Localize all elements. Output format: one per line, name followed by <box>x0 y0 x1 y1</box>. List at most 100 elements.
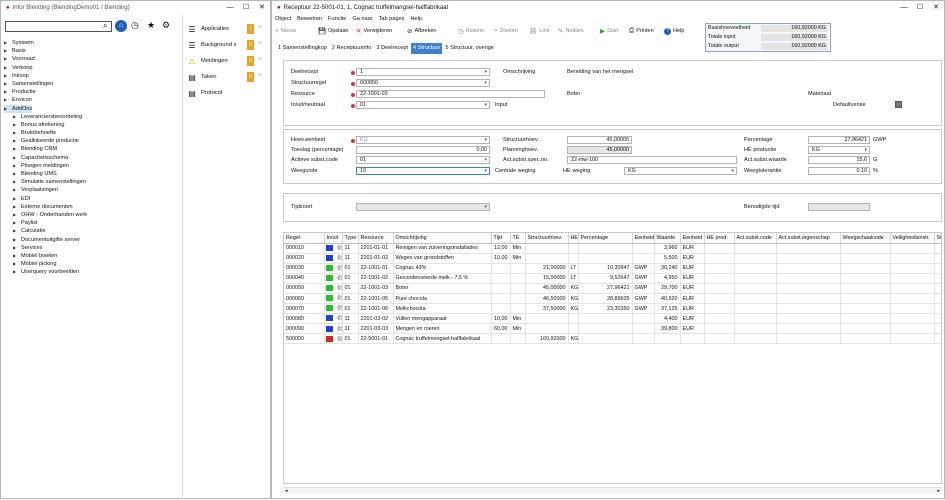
settings-icon[interactable]: ⚙ <box>162 20 170 31</box>
expand-arrow-icon[interactable]: ▶ <box>4 80 12 88</box>
menu-item[interactable]: Functie <box>328 16 346 22</box>
panel-item[interactable]: ⚠ Meldingen 0 › <box>187 53 267 69</box>
toolbar-button[interactable]: ⎙ Printen <box>629 26 654 36</box>
tree-item[interactable]: ▶ Documentuitgifte server <box>4 236 179 244</box>
tab[interactable]: 1 Samenstellingkop <box>276 43 329 54</box>
tree-item[interactable]: ▶ Systeem <box>4 39 179 47</box>
expand-arrow-icon[interactable]: ▶ <box>13 260 21 268</box>
column-header[interactable]: Eenheid <box>632 233 655 244</box>
expand-arrow-icon[interactable]: ▶ <box>13 113 21 121</box>
expand-arrow-icon[interactable]: ▶ <box>4 39 12 47</box>
chevron-right-icon[interactable]: › <box>259 72 261 78</box>
menu-item[interactable]: Object <box>275 16 291 22</box>
tree-item[interactable]: ▶ Blending CRM <box>4 145 179 153</box>
panel-item[interactable]: ☰ Background s 0 › <box>187 37 267 53</box>
column-header[interactable]: Percentage <box>578 233 633 244</box>
expand-arrow-icon[interactable]: ▶ <box>13 227 21 235</box>
expand-arrow-icon[interactable]: ▶ <box>4 55 12 63</box>
scroll-left-arrow[interactable]: ◂ <box>285 488 288 494</box>
table-row[interactable]: 000010 01112201-01-01Reinigen van zuiveri… <box>284 243 941 254</box>
toolbar-button[interactable]: ? Help <box>664 26 684 36</box>
actieve-subst-select[interactable]: 01 <box>356 156 490 164</box>
table-row[interactable]: 000080 01112201-03-02Vullen mengapparaat1… <box>284 313 941 325</box>
table-row[interactable]: 000020 01112201-01-02Wegen van grondstoff… <box>284 253 941 264</box>
tree-item[interactable]: ▶ Voorraad <box>4 55 179 63</box>
minimize-button[interactable]: — <box>222 1 238 14</box>
column-header[interactable]: Resource <box>358 233 394 244</box>
hoev-eenheid-select[interactable]: KG <box>356 136 490 144</box>
column-header[interactable]: Eenheid <box>680 233 705 244</box>
expand-arrow-icon[interactable]: ▶ <box>4 96 12 104</box>
menu-item[interactable]: Help <box>410 16 422 22</box>
tree-item[interactable]: ▶ Paylist <box>4 219 179 227</box>
column-header[interactable]: Structuurhoev. <box>525 233 569 244</box>
tab[interactable]: 5 Structuur, overige <box>443 43 496 54</box>
expand-arrow-icon[interactable]: ▶ <box>13 203 21 211</box>
expand-arrow-icon[interactable]: ▶ <box>13 137 21 145</box>
expand-arrow-icon[interactable]: ▶ <box>13 154 21 162</box>
benodigde-tijd-input[interactable] <box>808 203 870 211</box>
column-header[interactable]: TE <box>510 233 526 244</box>
tab[interactable]: 2 Receptuurinfo <box>330 43 374 54</box>
column-header[interactable]: SO <box>934 233 941 244</box>
column-header[interactable]: HE prod. <box>704 233 735 244</box>
panel-item[interactable]: ☰ Applicaties 1 › <box>187 21 267 37</box>
maximize-button[interactable]: ☐ <box>912 1 928 14</box>
tree-item[interactable]: ▶ Verkoop <box>4 64 179 72</box>
percentage-input[interactable]: 27,96421 <box>808 136 870 144</box>
toeslag-input[interactable]: 0,00 <box>356 146 490 154</box>
table-row[interactable]: 000070010122-1001-06Melkchocola37,50000K… <box>284 303 941 315</box>
column-header[interactable]: Regel <box>284 233 325 244</box>
column-header[interactable]: Act.subst.code <box>734 233 777 244</box>
column-header[interactable]: Type <box>342 233 359 244</box>
structuurhoev-input[interactable]: 45,00000 <box>567 136 632 144</box>
tree-item[interactable]: ▶ Mobiel picking <box>4 260 179 268</box>
search-input[interactable] <box>5 21 112 32</box>
tab[interactable]: 3 Deelrecept <box>374 43 410 54</box>
maximize-button[interactable]: ☐ <box>238 1 254 14</box>
toolbar-button[interactable]: ▶ Start <box>600 26 619 36</box>
column-header[interactable]: Act.subst.eigenschap <box>776 233 841 244</box>
inuit-select[interactable]: 01 <box>356 101 490 109</box>
expand-arrow-icon[interactable]: ▶ <box>13 186 21 194</box>
expand-arrow-icon[interactable]: ▶ <box>4 88 12 96</box>
column-header[interactable]: Tijd <box>491 233 511 244</box>
history-icon[interactable]: ◷ <box>131 20 139 31</box>
tree-item[interactable]: ▶ Inkoop <box>4 72 179 80</box>
expand-arrow-icon[interactable]: ▶ <box>13 178 21 186</box>
toolbar-button[interactable]: ⌕ Zoeken <box>494 26 518 36</box>
expand-arrow-icon[interactable]: ▶ <box>4 64 12 72</box>
expand-arrow-icon[interactable]: ▶ <box>13 244 21 252</box>
table-row[interactable]: 000060010122-1001-05Pure chocola46,50000… <box>284 293 941 305</box>
tree-item[interactable]: ▶ Samenstellingen <box>4 80 179 88</box>
search-icon[interactable]: ⌕ <box>103 21 107 31</box>
tree-item[interactable]: ▶ Bonus afrekening <box>4 121 179 129</box>
tree-item[interactable]: ▶ OHW - Onderhanden werk <box>4 211 179 219</box>
expand-arrow-icon[interactable]: ▶ <box>13 145 21 153</box>
expand-arrow-icon[interactable]: ▶ <box>4 47 12 55</box>
close-button[interactable]: ✕ <box>928 1 944 14</box>
expand-arrow-icon[interactable]: ▶ <box>13 162 21 170</box>
tree-item[interactable]: ▶ Externe documenten <box>4 203 179 211</box>
table-row[interactable]: 000040010122-1001-02Gecondenseerde melk … <box>284 273 941 284</box>
tree-item[interactable]: ▶ Calculatie <box>4 227 179 235</box>
expand-arrow-icon[interactable]: ▶ <box>4 72 12 80</box>
expand-arrow-icon[interactable]: ▶ <box>13 211 21 219</box>
table-row[interactable]: 500000 020122-5001-01Cognac truffelmengse… <box>284 333 941 345</box>
tree-item[interactable]: ▶ Leveranciersbeoordeling <box>4 113 179 121</box>
expand-arrow-icon[interactable]: ▶ <box>13 236 21 244</box>
favorites-icon[interactable]: ★ <box>147 20 155 31</box>
panel-item[interactable]: ▤ Protocol <box>187 85 267 101</box>
menu-item[interactable]: Bewerken <box>297 16 322 22</box>
deelrecept-select[interactable]: 1 <box>356 68 490 76</box>
weegtolerantie-input[interactable]: 0,10 <box>808 167 870 175</box>
tree-item[interactable]: ▶ Blending UMS <box>4 170 179 178</box>
column-header[interactable]: In/uit <box>324 233 343 244</box>
toolbar-button[interactable]: ✕ Verwijderen <box>356 26 392 36</box>
tree-item[interactable]: ▶ AddOns <box>4 104 33 113</box>
he-weging-select[interactable]: KG <box>624 167 737 175</box>
defaultversie-checkbox[interactable] <box>895 101 902 108</box>
column-header[interactable]: HE <box>568 233 579 244</box>
table-row[interactable]: 000090 01112201-03-03Mengen en roeren60,0… <box>284 323 941 335</box>
chevron-right-icon[interactable]: › <box>259 56 261 62</box>
